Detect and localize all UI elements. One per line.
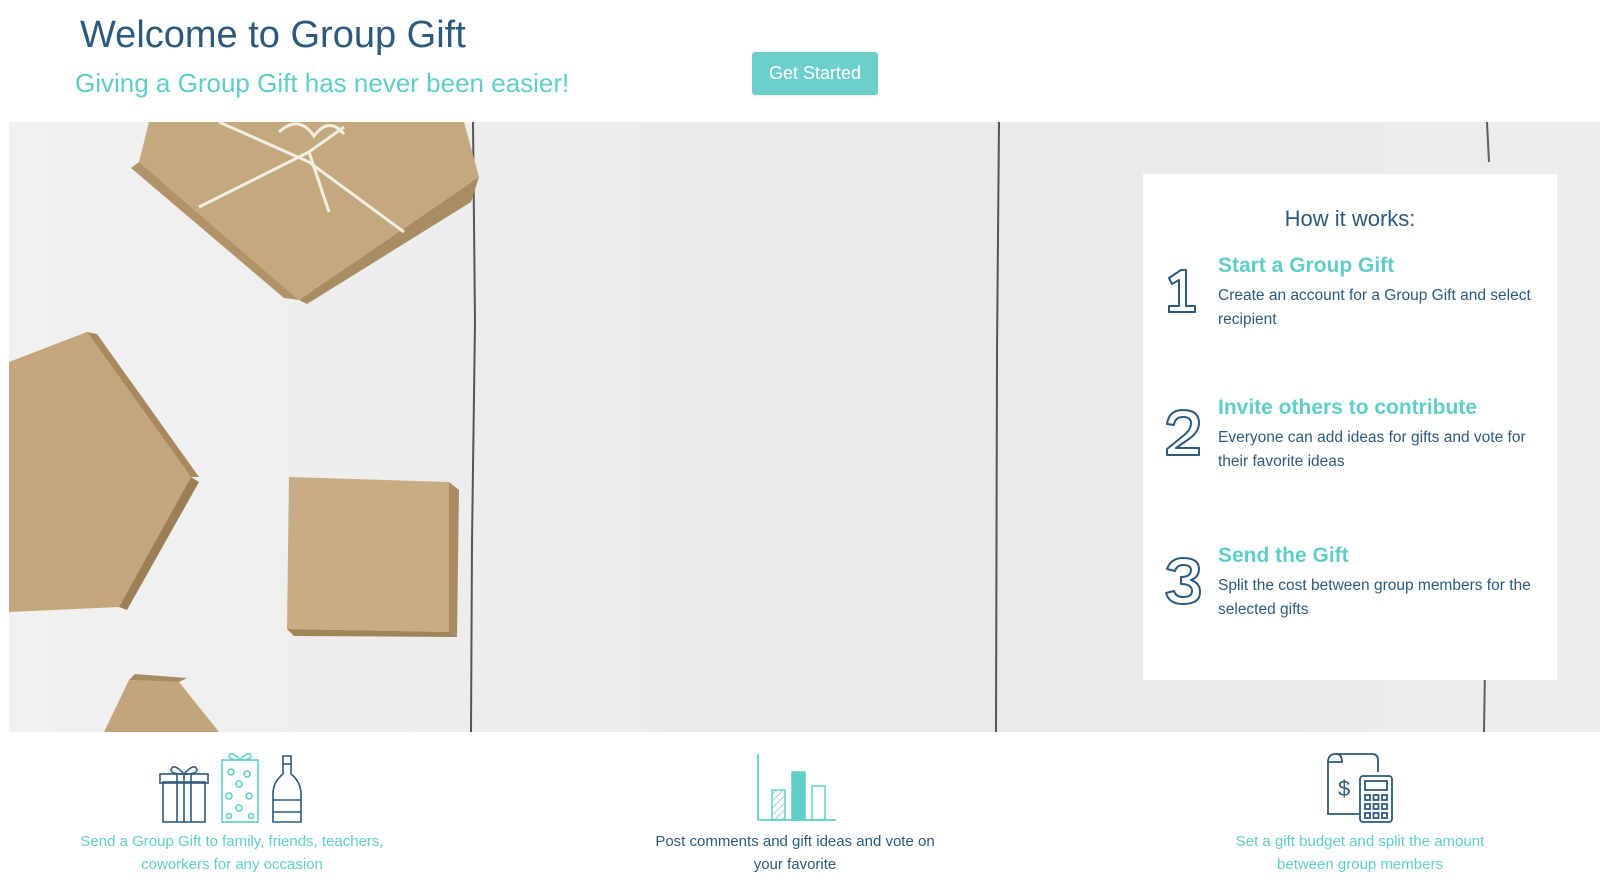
step-title: Send the Gift: [1218, 544, 1349, 567]
page-title: Welcome to Group Gift: [80, 14, 466, 56]
step-title: Invite others to contribute: [1218, 396, 1478, 419]
step-2: Invite others to contribute Everyone can…: [1143, 396, 1557, 476]
hero-banner: How it works: Start a Group Gift Create …: [9, 122, 1600, 732]
step-description: Create an account for a Group Gift and s…: [1218, 287, 1531, 328]
outlined-numeral-1-icon: [1168, 269, 1196, 313]
bar-chart-icon: [757, 754, 836, 821]
step-3: Send the Gift Split the cost between gro…: [1143, 544, 1557, 624]
feature-vote-ideas: Post comments and gift ideas and vote on…: [655, 752, 935, 876]
page-header: Welcome to Group Gift Giving a Group Gif…: [0, 0, 1600, 122]
step-1: Start a Group Gift Create an account for…: [1143, 254, 1557, 334]
feature-description: Send a Group Gift to family, friends, te…: [80, 833, 384, 873]
gift-box-center: [287, 477, 459, 637]
feature-send-gift: Send a Group Gift to family, friends, te…: [72, 752, 392, 876]
step-title: Start a Group Gift: [1218, 254, 1395, 277]
outlined-numeral-2-icon: [1166, 409, 1200, 456]
how-it-works-title: How it works:: [1284, 206, 1416, 231]
step-description: Everyone can add ideas for gifts and vot…: [1218, 429, 1526, 470]
get-started-button[interactable]: Get Started: [752, 52, 878, 95]
page-subtitle: Giving a Group Gift has never been easie…: [75, 68, 570, 98]
feature-description: Set a gift budget and split the amount b…: [1235, 833, 1485, 873]
svg-text:$: $: [1338, 776, 1350, 801]
step-description: Split the cost between group members for…: [1218, 577, 1531, 618]
gifts-and-bottle-icon: [159, 752, 302, 823]
how-it-works-card: How it works: Start a Group Gift Create …: [1143, 174, 1557, 680]
feature-description: Post comments and gift ideas and vote on…: [655, 833, 935, 873]
feature-split-budget: $ Set a gift budget and split the amount…: [1210, 752, 1510, 876]
outlined-numeral-3-icon: [1165, 557, 1201, 605]
budget-calculator-icon: $: [1327, 753, 1393, 823]
